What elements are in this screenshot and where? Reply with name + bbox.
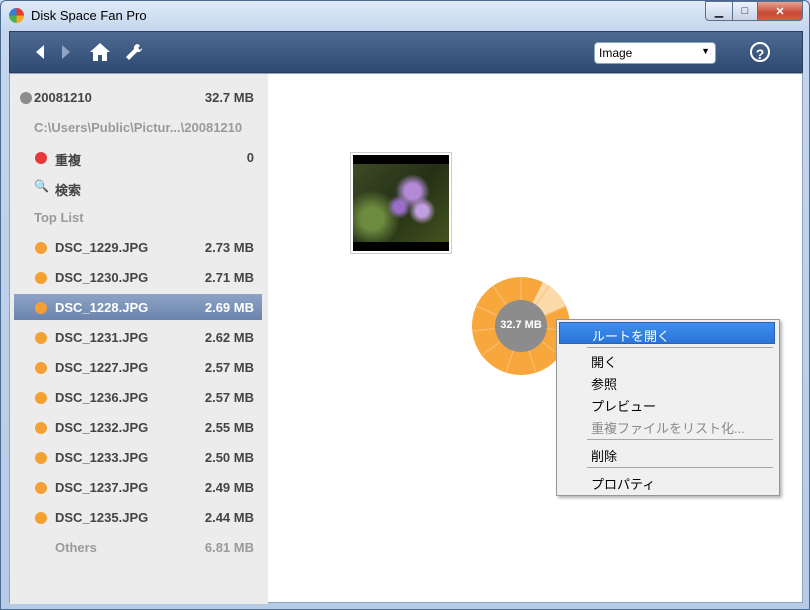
file-name: DSC_1228.JPG bbox=[55, 300, 149, 315]
menu-separator bbox=[587, 439, 773, 440]
home-icon[interactable] bbox=[88, 40, 112, 64]
menu-separator bbox=[587, 467, 773, 468]
menu-item-delete[interactable]: 削除 bbox=[559, 443, 775, 465]
file-dot-icon bbox=[35, 512, 47, 524]
file-dot-icon bbox=[35, 482, 47, 494]
file-size: 2.57 MB bbox=[204, 390, 254, 405]
menu-item-open[interactable]: 開く bbox=[559, 349, 775, 371]
file-dot-icon bbox=[35, 392, 47, 404]
title-bar[interactable]: Disk Space Fan Pro ▁ □ ✕ bbox=[1, 1, 809, 29]
root-folder-size: 32.7 MB bbox=[204, 90, 254, 105]
duplicates-count: 0 bbox=[246, 150, 254, 165]
duplicates-item[interactable]: 重複 0 bbox=[14, 144, 262, 170]
search-icon: 🔍 bbox=[34, 179, 49, 193]
forward-arrow-icon[interactable] bbox=[54, 40, 78, 64]
list-item[interactable]: DSC_1227.JPG 2.57 MB bbox=[14, 354, 262, 380]
file-size: 2.50 MB bbox=[204, 450, 254, 465]
image-preview[interactable] bbox=[350, 152, 452, 254]
search-label: 検索 bbox=[55, 183, 82, 198]
top-list-title: Top List bbox=[34, 210, 84, 225]
file-size: 2.69 MB bbox=[204, 300, 254, 315]
context-menu: ルートを開く 開く 参照 プレビュー 重複ファイルをリスト化... 削除 プロパ… bbox=[556, 319, 780, 496]
view-mode-value: Image bbox=[599, 46, 633, 60]
wrench-icon[interactable] bbox=[122, 40, 146, 64]
others-label: Others bbox=[55, 540, 97, 555]
file-size: 2.73 MB bbox=[204, 240, 254, 255]
list-item[interactable]: DSC_1233.JPG 2.50 MB bbox=[14, 444, 262, 470]
root-folder-item[interactable]: 20081210 32.7 MB bbox=[14, 84, 262, 110]
duplicate-dot-icon bbox=[35, 152, 47, 164]
file-name: DSC_1231.JPG bbox=[55, 330, 149, 345]
menu-separator bbox=[587, 347, 773, 348]
file-dot-icon bbox=[35, 422, 47, 434]
file-dot-icon bbox=[35, 362, 47, 374]
file-dot-icon bbox=[35, 272, 47, 284]
menu-item-open-root[interactable]: ルートを開く bbox=[559, 322, 775, 344]
top-list-header: Top List bbox=[14, 204, 262, 230]
dropdown-arrow-icon: ▼ bbox=[701, 46, 710, 56]
back-arrow-icon[interactable] bbox=[28, 40, 52, 64]
others-item[interactable]: Others 6.81 MB bbox=[14, 534, 262, 560]
toolbar: Image ▼ ? bbox=[9, 31, 803, 73]
preview-photo bbox=[353, 155, 449, 251]
app-logo-icon bbox=[9, 8, 24, 23]
list-item[interactable]: DSC_1232.JPG 2.55 MB bbox=[14, 414, 262, 440]
list-item[interactable]: DSC_1231.JPG 2.62 MB bbox=[14, 324, 262, 350]
list-item[interactable]: DSC_1235.JPG 2.44 MB bbox=[14, 504, 262, 530]
menu-item-preview[interactable]: プレビュー bbox=[559, 393, 775, 415]
current-path: C:\Users\Public\Pictur...\20081210 bbox=[14, 114, 262, 140]
file-name: DSC_1230.JPG bbox=[55, 270, 149, 285]
file-dot-icon bbox=[35, 242, 47, 254]
close-button[interactable]: ✕ bbox=[758, 1, 803, 21]
list-item[interactable]: DSC_1230.JPG 2.71 MB bbox=[14, 264, 262, 290]
file-name: DSC_1227.JPG bbox=[55, 360, 149, 375]
view-mode-select[interactable]: Image ▼ bbox=[594, 42, 716, 64]
folder-dot-icon bbox=[20, 92, 32, 104]
list-item-selected[interactable]: DSC_1228.JPG 2.69 MB bbox=[14, 294, 262, 320]
root-folder-label: 20081210 bbox=[34, 90, 92, 105]
sidebar: 20081210 32.7 MB C:\Users\Public\Pictur.… bbox=[10, 74, 268, 604]
file-name: DSC_1235.JPG bbox=[55, 510, 149, 525]
file-size: 2.62 MB bbox=[204, 330, 254, 345]
others-size: 6.81 MB bbox=[204, 540, 254, 555]
file-size: 2.57 MB bbox=[204, 360, 254, 375]
file-size: 2.55 MB bbox=[204, 420, 254, 435]
window-title: Disk Space Fan Pro bbox=[31, 8, 147, 23]
help-icon[interactable]: ? bbox=[750, 42, 770, 62]
file-size: 2.49 MB bbox=[204, 480, 254, 495]
search-item[interactable]: 🔍 検索 bbox=[14, 174, 262, 200]
path-text: C:\Users\Public\Pictur...\20081210 bbox=[34, 120, 243, 135]
menu-item-properties[interactable]: プロパティ bbox=[559, 471, 775, 493]
file-dot-icon bbox=[35, 332, 47, 344]
list-item[interactable]: DSC_1237.JPG 2.49 MB bbox=[14, 474, 262, 500]
menu-item-list-duplicates: 重複ファイルをリスト化... bbox=[591, 421, 745, 436]
menu-item-browse[interactable]: 参照 bbox=[559, 371, 775, 393]
file-name: DSC_1232.JPG bbox=[55, 420, 149, 435]
file-dot-icon bbox=[35, 302, 47, 314]
maximize-button[interactable]: □ bbox=[733, 1, 758, 21]
list-item[interactable]: DSC_1229.JPG 2.73 MB bbox=[14, 234, 262, 260]
file-size: 2.44 MB bbox=[204, 510, 254, 525]
file-name: DSC_1229.JPG bbox=[55, 240, 149, 255]
file-name: DSC_1233.JPG bbox=[55, 450, 149, 465]
duplicates-label: 重複 bbox=[55, 153, 82, 168]
file-name: DSC_1236.JPG bbox=[55, 390, 149, 405]
list-item[interactable]: DSC_1236.JPG 2.57 MB bbox=[14, 384, 262, 410]
app-window: Disk Space Fan Pro ▁ □ ✕ Image ▼ ? 20081… bbox=[0, 0, 810, 610]
minimize-button[interactable]: ▁ bbox=[705, 1, 733, 21]
file-size: 2.71 MB bbox=[204, 270, 254, 285]
file-name: DSC_1237.JPG bbox=[55, 480, 149, 495]
file-dot-icon bbox=[35, 452, 47, 464]
window-controls: ▁ □ ✕ bbox=[705, 1, 803, 21]
